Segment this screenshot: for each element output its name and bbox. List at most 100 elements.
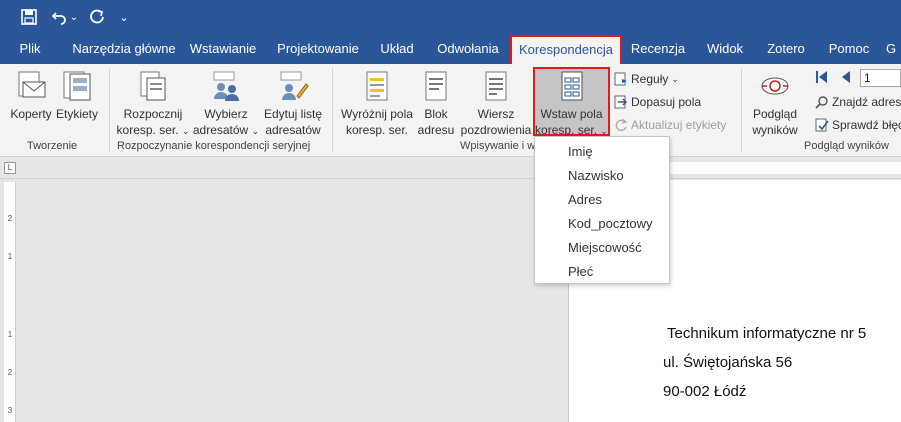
reguly-button[interactable]: Reguły ⌄ — [614, 69, 679, 89]
recipients-icon — [213, 71, 239, 101]
podglad-wynikow-button[interactable]: Podgląd wyników — [746, 70, 804, 138]
wiersz-pozdrowienia-button[interactable]: Wiersz pozdrowienia — [458, 70, 534, 138]
koperty-button[interactable]: Koperty — [8, 70, 54, 122]
dropdown-item-kod-pocztowy[interactable]: Kod_pocztowy — [568, 216, 653, 231]
merge-fields-dropdown: Imię Nazwisko Adres Kod_pocztowy Miejsco… — [534, 136, 670, 284]
dropdown-item-imie[interactable]: Imię — [568, 144, 593, 159]
etykiety-button[interactable]: Etykiety — [54, 70, 100, 122]
dropdown-item-plec[interactable]: Płeć — [568, 264, 593, 279]
etykiety-label: Etykiety — [55, 107, 98, 121]
ruler-mark: 2 — [7, 214, 13, 223]
dropdown-item-adres[interactable]: Adres — [568, 192, 602, 207]
match-fields-icon — [614, 95, 627, 109]
wybierz-label-2: adresatów — [192, 123, 249, 137]
ruler-mark: 1 — [7, 330, 13, 339]
dopasuj-pola-button[interactable]: Dopasuj pola — [614, 92, 701, 112]
chevron-down-icon: ⌄ — [671, 73, 679, 84]
znajdz-adresata-button[interactable]: Znajdź adresa — [815, 92, 901, 112]
sprawdz-label: Sprawdź błęd — [832, 118, 901, 132]
tab-odwolania[interactable]: Odwołania — [435, 34, 501, 64]
edytuj-liste-adresatow-button[interactable]: Edytuj listę adresatów — [262, 70, 324, 138]
group-label-podglad: Podgląd wyników — [804, 140, 889, 152]
tab-selector[interactable]: L — [4, 162, 16, 174]
group-label-wpisywanie: Wpisywanie i w — [460, 140, 536, 152]
tab-widok[interactable]: Widok — [702, 34, 748, 64]
wstaw-label-2: koresp. ser. — [535, 123, 598, 137]
group-label-rozpoczynanie: Rozpoczynanie korespondencji seryjnej — [117, 140, 311, 152]
save-icon[interactable] — [18, 6, 40, 28]
tab-projektowanie[interactable]: Projektowanie — [274, 34, 362, 64]
tab-korespondencja[interactable]: Korespondencja — [510, 35, 622, 64]
tab-wstawianie[interactable]: Wstawianie — [188, 34, 258, 64]
dropdown-item-nazwisko[interactable]: Nazwisko — [568, 168, 624, 183]
dopasuj-label: Dopasuj pola — [631, 95, 702, 109]
greeting-line-icon — [485, 71, 507, 101]
labels-icon — [63, 71, 91, 101]
aktualizuj-etykiety-button[interactable]: Aktualizuj etykiety — [614, 115, 726, 135]
wstaw-pola-korespondencji-button[interactable]: Wstaw pola koresp. ser. ⌄ — [535, 70, 608, 139]
reguly-label: Reguły — [631, 72, 669, 86]
tab-zotero[interactable]: Zotero — [762, 34, 810, 64]
edit-recipients-icon — [280, 71, 309, 100]
ruler-mark: 3 — [7, 406, 13, 415]
dropdown-item-miejscowosc[interactable]: Miejscowość — [568, 240, 642, 255]
wstaw-label-1: Wstaw pola — [540, 107, 603, 121]
edytuj-label-1: Edytuj listę — [263, 107, 323, 121]
redo-icon[interactable] — [86, 6, 108, 28]
tab-uklad[interactable]: Układ — [377, 34, 417, 64]
rozpocznij-korespondencje-button[interactable]: Rozpocznij koresp. ser. ⌄ — [116, 70, 190, 139]
tab-recenzja[interactable]: Recenzja — [630, 34, 686, 64]
title-bar — [0, 0, 901, 34]
wiersz-label-1: Wiersz — [477, 107, 515, 121]
previous-record-icon[interactable] — [840, 70, 852, 84]
group-separator — [332, 68, 333, 152]
blok-label-2: adresu — [417, 123, 455, 137]
record-number-input[interactable]: 1 — [860, 69, 901, 87]
podglad-label-2: wyników — [752, 123, 798, 137]
insert-merge-field-icon — [561, 71, 582, 101]
document-line: Technikum informatyczne nr 5 — [667, 325, 867, 342]
group-separator — [741, 68, 742, 152]
sprawdz-bledy-button[interactable]: Sprawdź błęd — [815, 115, 901, 135]
address-block-icon — [425, 71, 447, 101]
ruler-mark: 2 — [7, 368, 13, 377]
undo-icon[interactable] — [48, 6, 70, 28]
koperty-label: Koperty — [10, 107, 52, 121]
document-line: 90-002 Łódź — [663, 383, 747, 400]
preview-results-icon — [761, 77, 789, 95]
znajdz-label: Znajdź adresa — [832, 95, 901, 109]
chevron-down-icon: ⌄ — [600, 126, 608, 136]
chevron-down-icon: ⌄ — [251, 126, 260, 136]
podglad-label-1: Podgląd — [752, 107, 798, 121]
wybierz-label-1: Wybierz — [204, 107, 248, 121]
group-separator — [109, 68, 110, 152]
rules-icon — [614, 72, 627, 86]
chevron-down-icon: ⌄ — [181, 126, 190, 136]
wiersz-label-2: pozdrowienia — [460, 123, 532, 137]
edytuj-label-2: adresatów — [265, 123, 321, 137]
check-errors-icon — [815, 118, 829, 132]
customize-quick-access-icon[interactable]: ⌄ — [116, 6, 132, 28]
wyroznij-label-2: koresp. ser. — [345, 123, 409, 137]
rozpocznij-label-2: koresp. ser. — [116, 123, 179, 137]
rozpocznij-label-1: Rozpocznij — [123, 107, 183, 121]
tab-overflow[interactable]: G — [882, 34, 900, 64]
vertical-ruler: 2 1 1 2 3 — [4, 182, 16, 422]
wyroznij-pola-button[interactable]: Wyróżnij pola koresp. ser. — [338, 70, 416, 138]
start-mail-merge-icon — [140, 71, 166, 101]
tab-narzedzia-glowne[interactable]: Narzędzia główne — [64, 34, 184, 64]
tab-plik[interactable]: Plik — [12, 34, 48, 64]
blok-adresu-button[interactable]: Blok adresu — [416, 70, 456, 138]
aktualizuj-label: Aktualizuj etykiety — [631, 118, 727, 132]
find-recipient-icon — [815, 96, 828, 109]
update-labels-icon — [615, 118, 628, 132]
tab-pomoc[interactable]: Pomoc — [824, 34, 874, 64]
ruler-mark: 1 — [7, 252, 13, 261]
group-label-tworzenie: Tworzenie — [27, 140, 78, 152]
wybierz-adresatow-button[interactable]: Wybierz adresatów ⌄ — [190, 70, 262, 139]
blok-label-1: Blok — [424, 107, 448, 121]
first-record-icon[interactable] — [816, 70, 828, 84]
highlight-fields-icon — [366, 71, 388, 101]
document-line: ul. Świętojańska 56 — [663, 354, 793, 371]
undo-dropdown-icon[interactable]: ⌄ — [68, 6, 80, 28]
